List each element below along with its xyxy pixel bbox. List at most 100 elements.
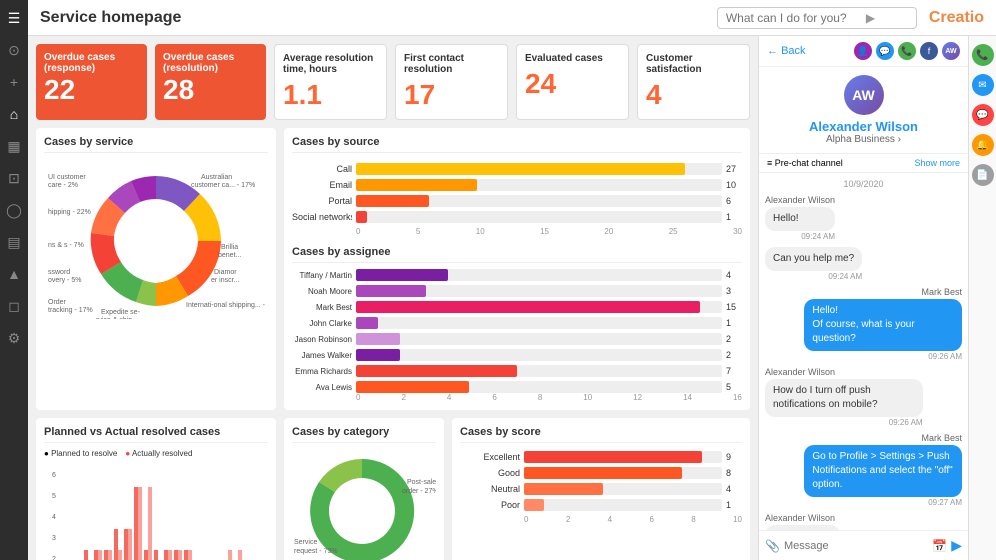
- kpi-row-1: Overdue cases (response) 22 Overdue case…: [36, 44, 750, 120]
- svg-text:care - 2%: care - 2%: [48, 182, 78, 189]
- source-portal-bar: [356, 195, 429, 207]
- assignee-james-bar: [356, 349, 400, 361]
- score-poor-bar: [524, 499, 544, 511]
- svg-text:3: 3: [52, 535, 56, 542]
- msg-bubble-2: Can you help me?: [765, 247, 862, 271]
- action-phone-icon[interactable]: 📞: [972, 44, 994, 66]
- assignee-john-value: 1: [726, 318, 742, 328]
- msg-sender-3: Alexander Wilson: [765, 367, 923, 377]
- search-box[interactable]: ▶: [717, 7, 917, 29]
- msg-bubble-1: Hello!: [765, 207, 835, 231]
- sidebar-search-icon[interactable]: ⊙: [4, 40, 24, 60]
- assignee-emma-wrap: [356, 365, 722, 377]
- sidebar-user-icon[interactable]: ◯: [4, 200, 24, 220]
- cases-by-source-chart: Cases by source Call 27 Email: [284, 128, 750, 410]
- assignee-james-value: 2: [726, 350, 742, 360]
- sidebar-analytics-icon[interactable]: ▲: [4, 264, 24, 284]
- cases-by-source-bars: Call 27 Email 10: [292, 163, 742, 223]
- svg-text:rvice & ship...: rvice & ship...: [96, 317, 138, 319]
- content-area: Overdue cases (response) 2 2 Overdue case…: [28, 36, 996, 560]
- action-doc-icon[interactable]: 📄: [972, 164, 994, 186]
- score-excellent-row: Excellent 9: [460, 451, 742, 463]
- panel-icon-social[interactable]: f: [920, 42, 938, 60]
- score-excellent-value: 9: [726, 452, 742, 462]
- assignee-john-row: John Clarke 1: [292, 317, 742, 329]
- panel-icon-chat[interactable]: 💬: [876, 42, 894, 60]
- user-avatar: AW: [844, 75, 884, 115]
- source-email-value: 10: [726, 180, 742, 190]
- svg-text:tracking - 17%: tracking - 17%: [48, 307, 93, 314]
- user-info: AW Alexander Wilson Alpha Business ›: [759, 67, 968, 154]
- header: Service homepage ▶ Creatio: [28, 0, 996, 36]
- show-more-button[interactable]: Show more: [914, 158, 960, 168]
- svg-text:hipping - 22%: hipping - 22%: [48, 209, 91, 216]
- msg-time-1: 09:24 AM: [801, 232, 835, 241]
- score-neutral-label: Neutral: [460, 484, 520, 494]
- action-email-icon[interactable]: ✉: [972, 74, 994, 96]
- action-chat-icon[interactable]: 💬: [972, 104, 994, 126]
- kpi-first-contact: First contact resolution 17: [395, 44, 508, 120]
- source-email-label: Email: [292, 180, 352, 190]
- panel-icon-call[interactable]: 📞: [898, 42, 916, 60]
- svg-text:Service: Service: [294, 539, 317, 546]
- kpi-overdue-resolution: Overdue cases (resolution) 28: [155, 44, 266, 120]
- sidebar-home-icon[interactable]: ⌂: [4, 104, 24, 124]
- panel-icon-contacts[interactable]: 👤: [854, 42, 872, 60]
- sidebar-menu-icon[interactable]: ☰: [4, 8, 24, 28]
- chat-header: ≡ Pre-chat channel Show more: [759, 154, 968, 173]
- assignee-emma-bar: [356, 365, 517, 377]
- source-call-label: Call: [292, 164, 352, 174]
- svg-text:Internati-onal shipping... - 2: Internati-onal shipping... - 2%: [186, 302, 266, 309]
- assignee-ava-bar: [356, 381, 469, 393]
- sidebar-msg-icon[interactable]: ◻: [4, 296, 24, 316]
- cases-by-service-chart: Cases by service: [36, 128, 276, 410]
- svg-text:er inscr...: er inscr...: [211, 277, 239, 284]
- chat-input-area: 📎 📅 ▶: [759, 530, 968, 560]
- kpi-avg-resolution-title: Average resolution time, hours: [283, 53, 378, 75]
- assignee-james-label: James Walker: [292, 351, 352, 360]
- score-excellent-label: Excellent: [460, 452, 520, 462]
- planned-legend: ● Planned to resolve ● Actually resolved: [44, 449, 268, 458]
- panel-icon-row: 👤 💬 📞 f AW: [854, 42, 960, 60]
- assignee-noah-value: 3: [726, 286, 742, 296]
- source-social-value: 1: [726, 212, 742, 222]
- source-call-value: 27: [726, 164, 742, 174]
- msg-bubble-mark-1: Hello!Of course, what is your question?: [804, 299, 962, 351]
- assignee-emma-value: 7: [726, 366, 742, 376]
- pre-chat-label: ≡ Pre-chat channel: [767, 158, 843, 168]
- assignee-jason-bar: [356, 333, 400, 345]
- sidebar-gear-icon[interactable]: ⚙: [4, 328, 24, 348]
- main-area: Service homepage ▶ Creatio Overdue cases…: [28, 0, 996, 560]
- msg-mark-2: Mark Best Go to Profile > Settings > Pus…: [804, 433, 962, 507]
- kpi-overdue-response-title: Overdue cases (response): [44, 52, 139, 74]
- sidebar-doc-icon[interactable]: ▤: [4, 232, 24, 252]
- sidebar-cart-icon[interactable]: ⊡: [4, 168, 24, 188]
- source-call-bar: [356, 163, 685, 175]
- sidebar: ☰ ⊙ + ⌂ ▦ ⊡ ◯ ▤ ▲ ◻ ⚙: [0, 0, 28, 560]
- assignee-ava-value: 5: [726, 382, 742, 392]
- search-input[interactable]: [726, 11, 866, 25]
- back-button[interactable]: ← Back: [767, 45, 806, 57]
- score-good-bar: [524, 467, 682, 479]
- svg-text:2: 2: [52, 556, 56, 560]
- cases-by-category-chart: Cases by category Post-sale order - 27%: [284, 418, 444, 560]
- kpi-first-contact-title: First contact resolution: [404, 53, 499, 75]
- sidebar-chart-icon[interactable]: ▦: [4, 136, 24, 156]
- planned-vs-actual-chart: Planned vs Actual resolved cases ● Plann…: [36, 418, 276, 560]
- legend-planned: ● Planned to resolve: [44, 449, 117, 458]
- assignee-ava-row: Ava Lewis 5: [292, 381, 742, 393]
- calendar-icon[interactable]: 📅: [932, 539, 947, 553]
- svg-text:overy - 5%: overy - 5%: [48, 277, 81, 284]
- send-button[interactable]: ▶: [951, 537, 962, 554]
- sidebar-add-icon[interactable]: +: [4, 72, 24, 92]
- attachment-icon[interactable]: 📎: [765, 539, 780, 553]
- message-input[interactable]: [784, 540, 928, 552]
- score-good-wrap: [524, 467, 722, 479]
- source-email-row: Email 10: [292, 179, 742, 191]
- assignee-mark-wrap: [356, 301, 722, 313]
- svg-text:6: 6: [52, 472, 56, 479]
- category-svg: Post-sale order - 27% Service request - …: [292, 449, 436, 560]
- kpi-avg-resolution-value: 1.1: [283, 79, 378, 111]
- svg-text:benet...: benet...: [218, 252, 241, 259]
- action-bell-icon[interactable]: 🔔: [972, 134, 994, 156]
